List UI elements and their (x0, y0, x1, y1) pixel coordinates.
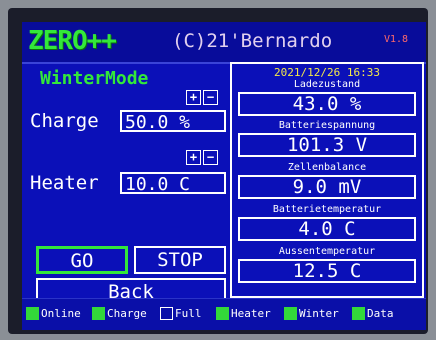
header-bar: ZERO++ (C)21'Bernardo V1.8 (22, 22, 426, 64)
heater-indicator (216, 307, 229, 320)
reading-label: Batterietemperatur (272, 204, 382, 215)
reading-label: Batteriespannung (278, 120, 376, 131)
charge-indicator (92, 307, 105, 320)
full-indicator (160, 307, 173, 320)
mode-title: WinterMode (40, 68, 149, 89)
heater-minus-button[interactable]: − (203, 150, 218, 165)
app-logo: ZERO++ (28, 26, 117, 56)
go-button[interactable]: GO (36, 246, 128, 274)
status-label: Data (367, 307, 394, 320)
reading-label: Aussentemperatur (278, 246, 376, 257)
copyright-text: (C)21'Bernardo (172, 30, 333, 52)
heater-label: Heater (30, 172, 99, 194)
status-label: Online (41, 307, 81, 320)
status-full: Full (160, 307, 202, 320)
stop-button[interactable]: STOP (134, 246, 226, 274)
data-indicator (352, 307, 365, 320)
charge-stepper: + − (186, 90, 218, 105)
readings-panel: 2021/12/26 16:33 Ladezustand 43.0 % Batt… (230, 62, 424, 298)
charge-minus-button[interactable]: − (203, 90, 218, 105)
status-bar: Online Charge Full Heater Winter Data (22, 298, 426, 330)
status-label: Heater (231, 307, 271, 320)
version-label: V1.8 (384, 34, 409, 45)
status-winter: Winter (284, 307, 339, 320)
status-label: Full (175, 307, 202, 320)
charge-label: Charge (30, 110, 99, 132)
reading-value: 12.5 C (238, 259, 416, 283)
timestamp: 2021/12/26 16:33 (274, 66, 380, 79)
charge-value-field[interactable]: 50.0 % (120, 110, 226, 133)
reading-value: 9.0 mV (238, 175, 416, 199)
reading-value: 101.3 V (238, 133, 416, 157)
control-panel: WinterMode + − Charge 50.0 % + − Heater … (30, 66, 226, 306)
status-data: Data (352, 307, 394, 320)
status-label: Winter (299, 307, 339, 320)
heater-stepper: + − (186, 150, 218, 165)
heater-value-field[interactable]: 10.0 C (120, 172, 226, 195)
status-label: Charge (107, 307, 147, 320)
status-charge: Charge (92, 307, 147, 320)
display-screen: ZERO++ (C)21'Bernardo V1.8 WinterMode + … (22, 22, 426, 330)
reading-label: Ladezustand (293, 79, 361, 90)
reading-label: Zellenbalance (287, 162, 367, 173)
status-heater: Heater (216, 307, 271, 320)
reading-value: 43.0 % (238, 92, 416, 116)
winter-indicator (284, 307, 297, 320)
charge-plus-button[interactable]: + (186, 90, 201, 105)
online-indicator (26, 307, 39, 320)
reading-value: 4.0 C (238, 217, 416, 241)
heater-plus-button[interactable]: + (186, 150, 201, 165)
status-online: Online (26, 307, 81, 320)
